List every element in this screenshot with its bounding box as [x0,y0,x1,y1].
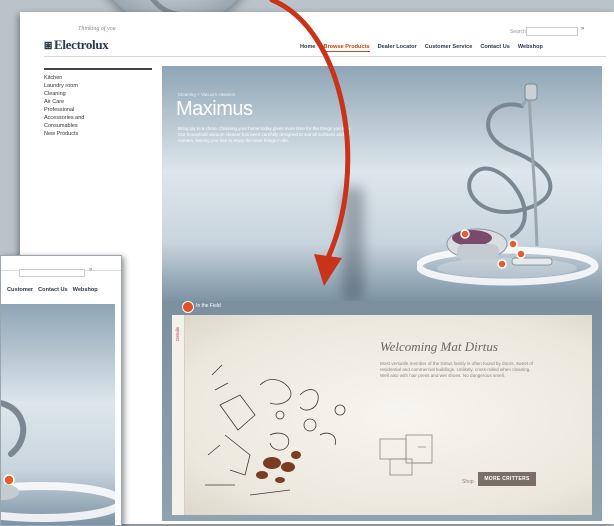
site-header: Thinking of you ⧆ Electrolux Search » Hom… [20,12,614,60]
card-title: Welcoming Mat Dirtus [380,339,498,354]
electrolux-logo-icon: ⧆ [44,37,52,52]
header-divider [44,56,606,57]
brand-tagline: Thinking of you [78,26,116,32]
brand-logo-text: Electrolux [53,37,109,52]
zoom-search-submit-button[interactable]: » [89,267,92,273]
product-description: Bring joy to a chore. Cleaning your home… [178,126,352,143]
card-tab-label: Details [175,327,180,341]
breadcrumb[interactable]: Cleaning > Vacuum cleaners [178,92,235,97]
sidebar: Kitchen Laundry room Cleaning Air Care P… [44,68,152,138]
more-critters-button[interactable]: MORE CRITTERS [478,472,536,486]
vacuum-cleaner-image [417,83,599,286]
sidebar-item-air-care[interactable]: Air Care [44,98,152,106]
nav-item-browse-products[interactable]: Browse Products [323,44,370,52]
zoom-vacuum-image [1,400,115,522]
card-small-label: Shop [462,479,474,485]
sidebar-top-bar [44,68,152,70]
card-description: Most versatile member of the Dirtus fami… [380,361,534,379]
nav-item-webshop[interactable]: Webshop [518,44,543,52]
sidebar-item-consumables[interactable]: Consumables [44,122,152,130]
brand-logo[interactable]: ⧆ Electrolux [44,37,109,53]
nav-item-contact-us[interactable]: Contact Us [480,44,510,52]
card-side-tab[interactable]: Details [172,315,185,515]
critter-sketch-illustration [205,364,346,496]
play-icon[interactable] [182,301,194,313]
sidebar-item-cleaning[interactable]: Cleaning [44,90,152,98]
zoom-search-input[interactable] [19,269,85,277]
floor-plan-icon [379,434,433,476]
feature-panel: In the Field Details Welcoming Mat Dirtu… [162,301,602,521]
page-title: Maximus [176,98,253,120]
main-navigation: Home Browse Products Dealer Locator Cust… [300,44,543,52]
sidebar-item-professional[interactable]: Professional [44,106,152,114]
sidebar-item-new-products[interactable]: New Products [44,130,152,138]
zoom-navigation: Customer Contact Us Webshop [7,287,98,293]
sidebar-item-laundry-room[interactable]: Laundry room [44,82,152,90]
zoomed-window-inset: » Customer Contact Us Webshop [0,255,122,526]
product-hero: Cleaning > Vacuum cleaners Maximus Bring… [162,66,602,301]
nav-item-home[interactable]: Home [300,44,316,52]
tour-link[interactable]: In the Field [196,303,221,309]
nav-item-dealer-locator[interactable]: Dealer Locator [378,44,417,52]
sidebar-item-kitchen[interactable]: Kitchen [44,74,152,82]
search-submit-button[interactable]: » [581,26,584,32]
nav-item-customer-service[interactable]: Customer Service [425,44,473,52]
zoom-nav-item-webshop[interactable]: Webshop [73,287,98,293]
search-input[interactable] [526,27,578,36]
search-label: Search [510,29,526,35]
sidebar-item-accessories[interactable]: Accessories and [44,114,152,122]
zoom-nav-item-contact-us[interactable]: Contact Us [38,287,68,293]
zoom-nav-item-customer[interactable]: Customer [7,287,33,293]
arrow-shadow-decoration [342,186,364,301]
zoom-product-hero [1,304,115,525]
critter-card: Details Welcoming Mat Dirtus Most versat… [172,315,592,515]
